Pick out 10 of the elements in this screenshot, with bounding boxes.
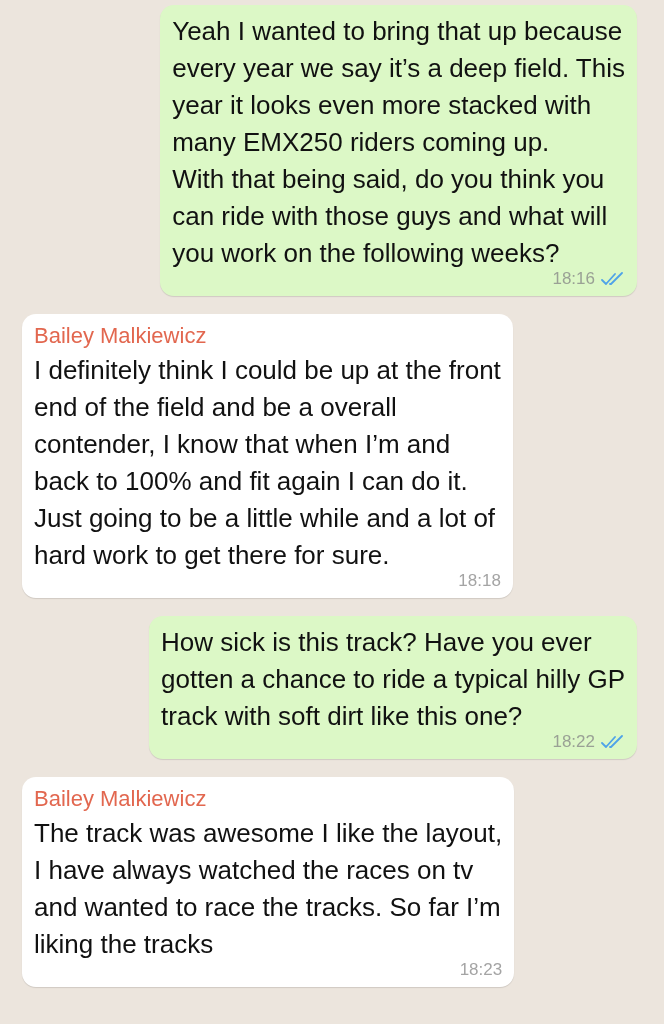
sender-name: Bailey Malkiewicz xyxy=(34,322,208,350)
message-time: 18:22 xyxy=(552,732,595,752)
message-time: 18:16 xyxy=(552,269,595,289)
message-text: The track was awesome I like the layout, I have always watched the races on tv and wanted to race the tracks. So far I’m liking the tracks xyxy=(34,817,503,961)
message-text: Yeah I wanted to bring that up because every year we say it’s a deep field. This year it looks even more stacked with many EMX250 riders coming up. With that being said, do you think you can ride with those guys and what will you work on the following weeks? xyxy=(172,15,625,270)
message-time: 18:23 xyxy=(459,960,503,980)
message-time: 18:18 xyxy=(458,571,501,591)
message-text: How sick is this track? Have you ever gotten a chance to ride a typical hilly GP track with soft dirt like this one? xyxy=(161,626,625,733)
sender-name: Bailey Malkiewicz xyxy=(34,785,208,813)
message-text: I definitely think I could be up at the front end of the field and be a overall contender, I know that when I’m and back to 100% and fit again I can do it. Just going to be a little while and a lot of hard work to get there for sure. xyxy=(34,354,501,572)
